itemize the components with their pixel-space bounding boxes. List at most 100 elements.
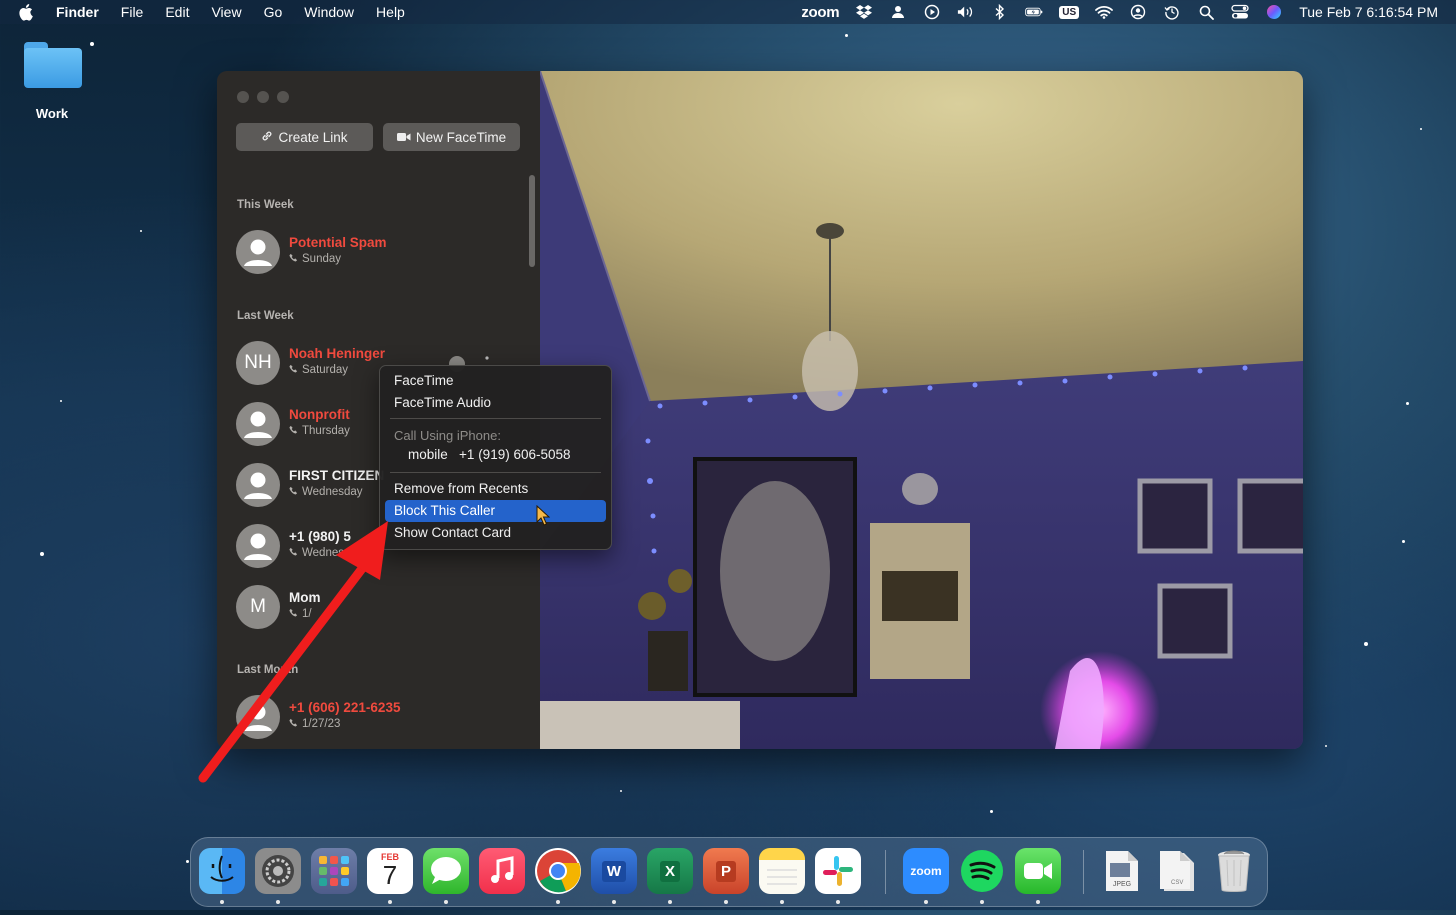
- messages-icon[interactable]: [423, 848, 469, 894]
- menubar-clock[interactable]: Tue Feb 7 6:16:54 PM: [1299, 4, 1438, 20]
- wifi-icon[interactable]: [1095, 4, 1114, 20]
- menu-item-facetime[interactable]: FaceTime: [394, 371, 454, 391]
- menu-item-block-caller[interactable]: Block This Caller: [394, 501, 495, 521]
- spotify-icon[interactable]: [959, 848, 1005, 894]
- section-last-month: Last Month: [237, 664, 299, 676]
- menu-item-show-contact-card[interactable]: Show Contact Card: [394, 523, 511, 543]
- contact-name: Potential Spam: [289, 235, 387, 250]
- contact-name: +1 (980) 5: [289, 529, 351, 544]
- running-indicator: [836, 900, 840, 904]
- call-detail: Wednesday: [289, 547, 363, 559]
- facetime-icon[interactable]: [1015, 848, 1061, 894]
- finder-icon[interactable]: [199, 848, 245, 894]
- avatar: M: [236, 585, 280, 629]
- chrome-icon[interactable]: [535, 848, 581, 894]
- contact-name: Nonprofit: [289, 407, 350, 422]
- menu-window[interactable]: Window: [304, 4, 354, 20]
- dropbox-icon[interactable]: [855, 4, 873, 20]
- contact-name: FIRST CITIZEN: [289, 468, 385, 483]
- jpeg-file-icon[interactable]: JPEG: [1099, 848, 1145, 894]
- call-detail: Thursday: [289, 425, 350, 437]
- section-this-week: This Week: [237, 199, 294, 211]
- call-detail: Sunday: [289, 253, 341, 265]
- menu-app-finder[interactable]: Finder: [56, 4, 99, 20]
- calendar-icon[interactable]: FEB 7: [367, 848, 413, 894]
- running-indicator: [1036, 900, 1040, 904]
- phone-icon: [289, 253, 298, 265]
- menu-file[interactable]: File: [121, 4, 144, 20]
- powerpoint-icon[interactable]: P: [703, 848, 749, 894]
- phone-icon: [289, 486, 298, 498]
- apple-menu-icon[interactable]: [18, 3, 36, 21]
- user-icon[interactable]: [889, 4, 907, 20]
- recent-call-row[interactable]: +1 (606) 221-6235 1/27/23: [236, 695, 536, 741]
- running-indicator: [668, 900, 672, 904]
- phone-icon: [289, 364, 298, 376]
- search-icon[interactable]: [1197, 4, 1215, 20]
- avatar: [236, 463, 280, 507]
- bluetooth-icon[interactable]: [991, 4, 1009, 20]
- volume-icon[interactable]: [957, 4, 975, 20]
- menu-go[interactable]: Go: [264, 4, 283, 20]
- control-center-icon[interactable]: [1231, 4, 1249, 20]
- close-window-button[interactable]: [237, 91, 249, 103]
- notes-icon[interactable]: [759, 848, 805, 894]
- recent-call-row[interactable]: Potential Spam Sunday: [236, 230, 536, 276]
- zoom-window-button[interactable]: [277, 91, 289, 103]
- running-indicator: [924, 900, 928, 904]
- trash-icon[interactable]: [1211, 848, 1257, 894]
- create-link-button[interactable]: Create Link: [236, 123, 373, 151]
- excel-letter: X: [659, 860, 680, 882]
- battery-icon[interactable]: [1025, 4, 1043, 20]
- call-detail: 1/27/23: [289, 718, 340, 730]
- camera-preview: [540, 71, 1303, 749]
- running-indicator: [724, 900, 728, 904]
- zoom-status-item[interactable]: zoom: [801, 4, 839, 21]
- menu-edit[interactable]: Edit: [165, 4, 189, 20]
- slack-icon[interactable]: [815, 848, 861, 894]
- menu-separator: [390, 472, 601, 473]
- time-machine-icon[interactable]: [1163, 4, 1181, 20]
- phone-icon: [289, 547, 298, 559]
- folder-icon: [22, 38, 82, 90]
- call-date: 1/27/23: [302, 718, 341, 730]
- account-icon[interactable]: [1129, 4, 1147, 20]
- avatar: [236, 524, 280, 568]
- dock: FEB 7 W X P zoom JPEG CSV: [190, 837, 1268, 907]
- system-preferences-icon[interactable]: [255, 848, 301, 894]
- word-letter: W: [601, 860, 627, 882]
- call-date: Saturday: [302, 364, 349, 376]
- siri-icon[interactable]: [1265, 4, 1283, 20]
- contact-name: Noah Heninger: [289, 346, 386, 361]
- mobile-number: +1 (919) 606-5058: [459, 447, 571, 462]
- word-icon[interactable]: W: [591, 848, 637, 894]
- new-facetime-button[interactable]: New FaceTime: [383, 123, 520, 151]
- dock-separator: [1083, 850, 1084, 894]
- excel-icon[interactable]: X: [647, 848, 693, 894]
- recent-call-row[interactable]: M Mom 1/: [236, 585, 536, 631]
- zoom-dock-label: zoom: [910, 864, 942, 878]
- play-icon[interactable]: [923, 4, 941, 20]
- folder-label: Work: [35, 106, 69, 121]
- launchpad-icon[interactable]: [311, 848, 357, 894]
- call-date: Wednesday: [302, 547, 363, 559]
- menu-help[interactable]: Help: [376, 4, 405, 20]
- desktop-folder-work[interactable]: Work: [20, 38, 84, 121]
- running-indicator: [612, 900, 616, 904]
- minimize-window-button[interactable]: [257, 91, 269, 103]
- menu-view[interactable]: View: [211, 4, 241, 20]
- call-date: Wednesday: [302, 486, 363, 498]
- running-indicator: [444, 900, 448, 904]
- keyboard-icon[interactable]: US: [1059, 5, 1080, 19]
- contact-name: Mom: [289, 590, 321, 605]
- new-facetime-label: New FaceTime: [415, 129, 507, 145]
- call-date: Sunday: [302, 253, 342, 265]
- menu-item-remove-from-recents[interactable]: Remove from Recents: [394, 479, 528, 499]
- menu-item-call-mobile[interactable]: mobile +1 (919) 606-5058: [408, 445, 571, 465]
- calendar-day: 7: [382, 860, 398, 890]
- csv-file-icon[interactable]: CSV: [1155, 848, 1201, 894]
- music-icon[interactable]: [479, 848, 525, 894]
- csv-label: CSV: [1171, 880, 1184, 886]
- menu-item-facetime-audio[interactable]: FaceTime Audio: [394, 393, 491, 413]
- zoom-icon[interactable]: zoom: [903, 848, 949, 894]
